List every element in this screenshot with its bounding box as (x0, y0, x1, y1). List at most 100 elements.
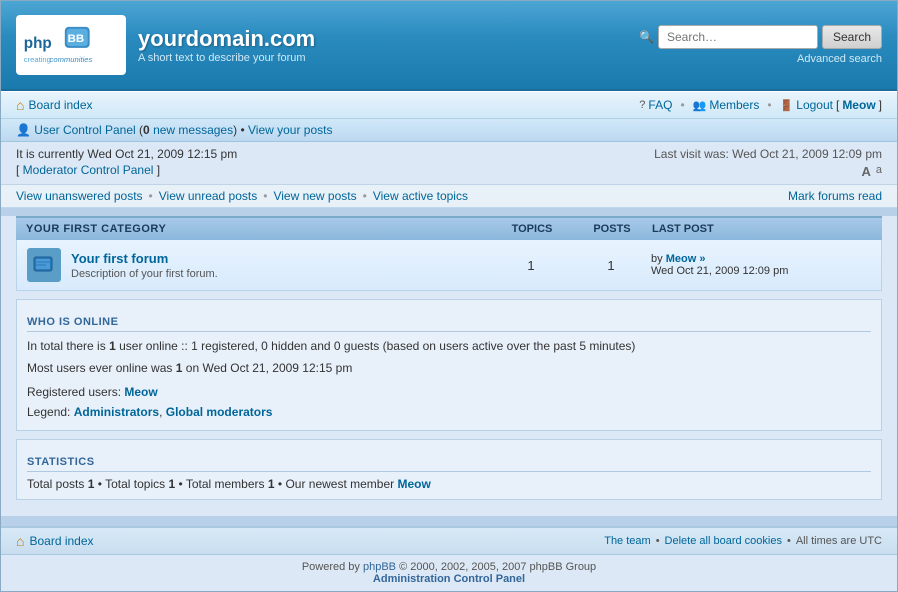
logout-link[interactable]: Logout (796, 98, 833, 112)
view-unread-link[interactable]: View unread posts (159, 189, 258, 203)
search-input[interactable] (658, 25, 818, 49)
forum-posts-count: 1 (571, 258, 651, 273)
increase-font-link[interactable]: A (861, 164, 870, 179)
links-right: Mark forums read (788, 189, 882, 203)
forum-icon (27, 248, 61, 282)
moderator-panel-link[interactable]: Moderator Control Panel (23, 163, 154, 177)
size-controls: A a (654, 164, 882, 179)
online-line2: Most users ever online was 1 on Wed Oct … (27, 359, 871, 378)
legend-line: Legend: Administrators, Global moderator… (27, 403, 871, 422)
current-time: It is currently Wed Oct 21, 2009 12:15 p… (16, 147, 237, 161)
svg-text:creating: creating (23, 55, 50, 64)
advanced-search-link[interactable]: Advanced search (797, 53, 882, 65)
nav-right: ? FAQ • 👥 Members • 🚪 Logout [ Meow ] (639, 98, 882, 112)
ucp-bar: 👤 User Control Panel (0 new messages) • … (1, 119, 897, 142)
site-info: yourdomain.com A short text to describe … (138, 26, 315, 64)
site-title: yourdomain.com (138, 26, 315, 52)
total-members: 1 (268, 477, 275, 491)
newest-member-link[interactable]: Meow (397, 477, 430, 491)
header: php BB creating communities yourdomain.c… (1, 1, 897, 91)
lastpost-user-link[interactable]: Meow (666, 253, 697, 265)
home-icon: ⌂ (16, 97, 24, 113)
who-online-section: WHO IS ONLINE In total there is 1 user o… (16, 299, 882, 431)
faq-item: ? FAQ (639, 98, 672, 112)
ucp-message-count: 0 (143, 123, 150, 137)
info-right: Last visit was: Wed Oct 21, 2009 12:09 p… (654, 147, 882, 179)
logo: php BB creating communities (16, 15, 126, 75)
delete-cookies-link[interactable]: Delete all board cookies (665, 535, 782, 547)
forum-description: Description of your first forum. (71, 268, 491, 280)
site-tagline: A short text to describe your forum (138, 52, 315, 64)
members-icon: 👥 (693, 99, 707, 112)
who-online-title: WHO IS ONLINE (27, 308, 871, 332)
admin-control-panel-link[interactable]: Administration Control Panel (373, 573, 525, 585)
logout-item: 🚪 Logout [ Meow ] (780, 98, 882, 112)
forum-row: Your first forum Description of your fir… (16, 240, 882, 291)
search-form: 🔍 Search (639, 25, 882, 49)
statistics-line: Total posts 1 • Total topics 1 • Total m… (27, 477, 871, 491)
col-posts-header: POSTS (572, 223, 652, 235)
lastpost-arrow[interactable]: » (699, 253, 705, 265)
info-left: It is currently Wed Oct 21, 2009 12:15 p… (16, 147, 237, 177)
forum-topics-count: 1 (491, 258, 571, 273)
svg-text:communities: communities (49, 55, 92, 64)
ucp-link[interactable]: User Control Panel (34, 123, 135, 137)
the-team-link[interactable]: The team (604, 535, 650, 547)
links-left: View unanswered posts • View unread post… (16, 189, 468, 203)
mod-legend-link[interactable]: Global moderators (166, 405, 273, 419)
registered-user-link[interactable]: Meow (124, 385, 157, 399)
phpbb-link[interactable]: phpBB (363, 561, 396, 573)
view-active-link[interactable]: View active topics (373, 189, 468, 203)
new-messages-link[interactable]: new messages (153, 123, 233, 137)
view-unanswered-link[interactable]: View unanswered posts (16, 189, 143, 203)
admin-legend-link[interactable]: Administrators (74, 405, 159, 419)
view-new-link[interactable]: View new posts (273, 189, 356, 203)
main-content: YOUR FIRST CATEGORY TOPICS POSTS LAST PO… (1, 216, 897, 516)
forum-name: Your first forum (71, 251, 491, 266)
faq-link[interactable]: FAQ (648, 98, 672, 112)
svg-text:BB: BB (67, 33, 84, 45)
ucp-icon: 👤 (16, 123, 31, 137)
bottom-breadcrumb: ⌂ Board index (16, 533, 94, 549)
info-bar: It is currently Wed Oct 21, 2009 12:15 p… (1, 142, 897, 185)
links-bar: View unanswered posts • View unread post… (1, 185, 897, 208)
timezone-info: All times are UTC (796, 535, 882, 547)
view-posts-link[interactable]: View your posts (248, 123, 333, 137)
category-title: YOUR FIRST CATEGORY (26, 223, 492, 235)
bottom-home-icon: ⌂ (16, 533, 24, 549)
breadcrumb: ⌂ Board index (16, 97, 93, 113)
footer: Powered by phpBB © 2000, 2002, 2005, 200… (1, 555, 897, 591)
max-online-count: 1 (176, 361, 183, 375)
bottom-nav-right: The team • Delete all board cookies • Al… (604, 535, 882, 547)
decrease-font-link[interactable]: a (876, 164, 882, 179)
members-item: 👥 Members (693, 98, 760, 112)
faq-icon: ? (639, 99, 645, 111)
username-link[interactable]: Meow (842, 98, 875, 112)
forum-lastpost: by Meow » Wed Oct 21, 2009 12:09 pm (651, 253, 871, 277)
col-lastpost-header: LAST POST (652, 223, 872, 235)
online-line1: In total there is 1 user online :: 1 reg… (27, 337, 871, 356)
mark-forums-read-link[interactable]: Mark forums read (788, 189, 882, 203)
search-button[interactable]: Search (822, 25, 882, 49)
members-link[interactable]: Members (709, 98, 759, 112)
breadcrumb-link[interactable]: Board index (28, 98, 92, 112)
category-header: YOUR FIRST CATEGORY TOPICS POSTS LAST PO… (16, 216, 882, 240)
svg-text:php: php (23, 34, 51, 51)
logout-icon: 🚪 (780, 99, 794, 112)
total-posts: 1 (88, 477, 95, 491)
online-count: 1 (109, 339, 116, 353)
forum-info: Your first forum Description of your fir… (71, 251, 491, 280)
forum-link[interactable]: Your first forum (71, 251, 168, 266)
navbar: ⌂ Board index ? FAQ • 👥 Members • 🚪 Logo… (1, 91, 897, 119)
logo-area: php BB creating communities yourdomain.c… (16, 15, 315, 75)
registered-line: Registered users: Meow (27, 383, 871, 402)
col-topics-header: TOPICS (492, 223, 572, 235)
total-topics: 1 (168, 477, 175, 491)
search-icon: 🔍 (639, 30, 654, 44)
lastpost-date: Wed Oct 21, 2009 12:09 pm (651, 265, 788, 277)
ucp-left: 👤 User Control Panel (0 new messages) • … (16, 123, 333, 137)
statistics-section: STATISTICS Total posts 1 • Total topics … (16, 439, 882, 500)
bottom-navbar: ⌂ Board index The team • Delete all boar… (1, 526, 897, 555)
last-visit: Last visit was: Wed Oct 21, 2009 12:09 p… (654, 147, 882, 161)
search-area: 🔍 Search Advanced search (639, 25, 882, 65)
